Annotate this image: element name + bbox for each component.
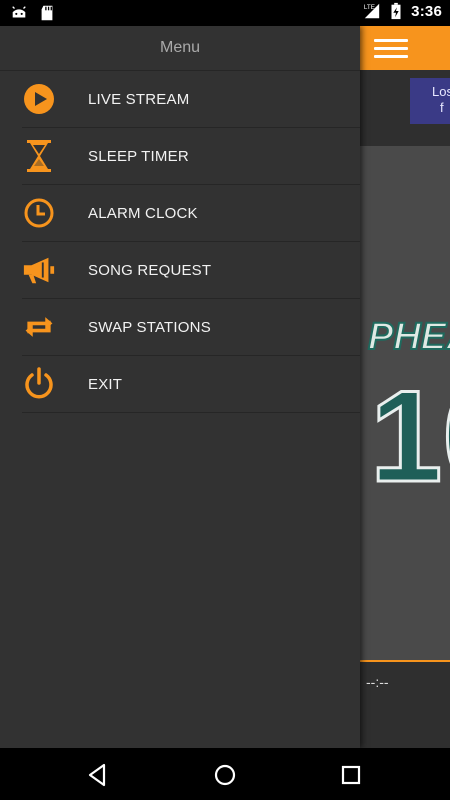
status-time: 3:36 [411, 2, 442, 20]
menu-item-song-request[interactable]: SONG REQUEST [22, 242, 360, 299]
android-notification-icon [12, 6, 26, 18]
system-navigation-bar [0, 748, 450, 800]
menu-label: SLEEP TIMER [88, 147, 189, 165]
status-bar-right: LTE 3:36 [363, 2, 442, 20]
menu-item-swap-stations[interactable]: SWAP STATIONS [22, 299, 360, 356]
time-display: --:-- [366, 674, 389, 690]
hamburger-menu-icon[interactable] [374, 39, 408, 59]
clock-icon [22, 196, 56, 230]
menu-label: SWAP STATIONS [88, 318, 211, 336]
status-bar: LTE 3:36 [0, 0, 450, 26]
menu-item-alarm-clock[interactable]: ALARM CLOCK [22, 185, 360, 242]
menu-label: ALARM CLOCK [88, 204, 198, 222]
recents-icon[interactable] [336, 760, 366, 790]
main-app-content: Los f PHEA 10 --:-- [360, 26, 450, 748]
sd-card-icon [41, 5, 53, 21]
station-logo-number: 10 [369, 363, 450, 509]
app-toolbar [360, 26, 450, 70]
menu-item-exit[interactable]: EXIT [22, 356, 360, 413]
menu-label: EXIT [88, 375, 123, 393]
network-label: LTE [364, 4, 375, 11]
ad-text-line2: f [440, 100, 444, 115]
swap-icon [22, 310, 56, 344]
back-icon[interactable] [83, 760, 113, 790]
hourglass-icon [22, 139, 56, 173]
menu-item-live-stream[interactable]: LIVE STREAM [22, 71, 360, 128]
power-icon [22, 367, 56, 401]
progress-line [360, 660, 450, 662]
status-bar-left [10, 4, 56, 22]
battery-charging-icon [391, 2, 401, 20]
drawer-title: Menu [0, 26, 360, 71]
menu-item-sleep-timer[interactable]: SLEEP TIMER [22, 128, 360, 185]
ad-text-line1: Los [432, 84, 450, 99]
play-circle-icon [22, 82, 56, 116]
menu-label: SONG REQUEST [88, 261, 212, 279]
menu-label: LIVE STREAM [88, 90, 190, 108]
megaphone-icon [22, 253, 56, 287]
navigation-drawer: Menu LIVE STREAM SLEEP TIMER ALARM CLOCK… [0, 26, 360, 748]
signal-icon: LTE [364, 3, 380, 19]
station-artwork: PHEA 10 [360, 146, 450, 660]
home-icon[interactable] [210, 760, 240, 790]
station-logo-text: PHEA [367, 315, 450, 359]
ad-banner[interactable]: Los f [410, 78, 450, 124]
